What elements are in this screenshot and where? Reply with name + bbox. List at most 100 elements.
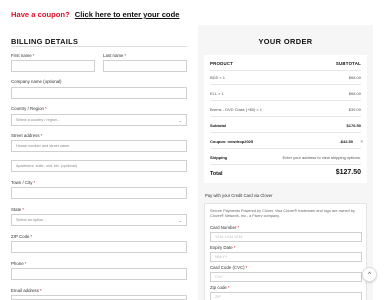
required-mark: * (24, 261, 27, 266)
pay-zip-input[interactable]: ZIP (210, 292, 362, 300)
coupon-notice: Have a coupon? Click here to enter your … (11, 10, 179, 19)
zip-input[interactable] (11, 241, 187, 253)
chevron-down-icon: ⌄ (178, 218, 182, 223)
first-name-label-text: First name (11, 53, 32, 58)
payment-box: Secure Payments Powered by Clover. Visa … (204, 203, 367, 300)
expiry-label: Expiry Date* (210, 245, 235, 250)
remove-coupon-icon[interactable]: × (360, 139, 363, 144)
row-divider (210, 116, 361, 117)
shipping-value: Enter your address to view shipping opti… (282, 155, 362, 160)
last-name-label-text: Last name (103, 53, 124, 58)
expiry-input[interactable]: MM/YY (210, 252, 362, 262)
payment-method-label[interactable]: Pay with your Credit Card via Clover (205, 193, 273, 198)
pay-zip-label-text: Zip code (210, 285, 227, 290)
row-divider (210, 84, 361, 85)
required-mark: * (33, 180, 36, 185)
row-divider (210, 70, 361, 71)
row-divider (210, 164, 361, 165)
phone-label: Phone* (11, 261, 26, 266)
street-label-text: Street address (11, 133, 40, 138)
required-mark: * (40, 133, 43, 138)
order-item-name: ELL × 1 (210, 91, 224, 96)
chevron-down-icon: ⌄ (178, 118, 182, 123)
pay-zip-placeholder: ZIP (215, 295, 221, 299)
card-number-placeholder: 1234 1234 1234 (215, 235, 243, 239)
card-number-input[interactable]: 1234 1234 1234 (210, 232, 362, 242)
card-number-label-text: Card Number (210, 225, 237, 230)
company-input[interactable] (11, 87, 187, 99)
coupon-question: Have a coupon? (11, 10, 70, 19)
state-select[interactable]: Select an option... ⌄ (11, 214, 187, 226)
street-label: Street address* (11, 133, 42, 138)
total-label: Total (210, 171, 223, 177)
billing-divider (11, 46, 187, 47)
required-mark: * (227, 285, 230, 290)
scroll-to-top-button[interactable]: ^ (362, 267, 377, 282)
subtotal-label: Subtotal (210, 123, 226, 128)
country-label: Country / Region* (11, 106, 47, 111)
billing-title: BILLING DETAILS (11, 37, 79, 46)
total-value: $127.50 (335, 169, 361, 176)
street-input-2[interactable]: Apartment, suite, unit, etc. (optional) (11, 160, 187, 172)
coupon-applied-label: Coupon: newdrop2025 (210, 139, 254, 144)
order-item-name: Brems - DVD Class (+$5) × 1 (210, 107, 263, 112)
last-name-label: Last name* (103, 53, 126, 58)
card-number-label: Card Number* (210, 225, 239, 230)
phone-input[interactable] (11, 268, 187, 280)
required-mark: * (30, 234, 33, 239)
row-divider (210, 100, 361, 101)
email-label: Email address* (11, 288, 42, 293)
email-label-text: Email address (11, 288, 39, 293)
expiry-placeholder: MM/YY (215, 255, 228, 259)
required-mark: * (245, 265, 248, 270)
order-col-product: PRODUCT (210, 61, 234, 66)
coupon-enter-link[interactable]: Click here to enter your code (75, 10, 180, 19)
cvc-label-text: Card Code (CVC) (210, 265, 245, 270)
order-col-subtotal: SUBTOTAL (335, 61, 361, 66)
zip-label: ZIP Code* (11, 234, 32, 239)
order-item-price: $39.00 (348, 107, 361, 112)
required-mark: * (32, 53, 35, 58)
order-item-price: $68.00 (348, 75, 361, 80)
row-divider (210, 132, 361, 133)
cvc-placeholder: CVC (215, 275, 224, 279)
shipping-label: Shipping (210, 155, 228, 160)
expiry-label-text: Expiry Date (210, 245, 233, 250)
order-item-name: BDS × 1 (210, 75, 226, 80)
first-name-label: First name* (11, 53, 34, 58)
subtotal-value: $176.50 (346, 123, 361, 128)
order-item-price: $68.00 (348, 91, 361, 96)
country-select[interactable]: Select a country / region... ⌄ (11, 114, 187, 126)
payment-section: Pay with your Credit Card via Clover Sec… (198, 187, 373, 300)
last-name-input[interactable] (103, 60, 187, 72)
row-divider (210, 148, 361, 149)
company-label: Company name (optional) (11, 79, 62, 84)
required-mark: * (39, 288, 42, 293)
required-mark: * (124, 53, 127, 58)
town-label: Town / City* (11, 180, 35, 185)
phone-label-text: Phone (11, 261, 24, 266)
coupon-discount-value: -$42.50 (339, 139, 353, 144)
required-mark: * (233, 245, 236, 250)
order-summary-panel: YOUR ORDER PRODUCT SUBTOTAL BDS × 1 $68.… (198, 25, 373, 187)
street-input-1[interactable]: House number and street name (11, 140, 187, 152)
order-table: PRODUCT SUBTOTAL BDS × 1 $68.00 ELL × 1 … (204, 55, 367, 183)
cvc-input[interactable]: CVC (210, 272, 362, 282)
first-name-input[interactable] (11, 60, 95, 72)
pay-zip-label: Zip code* (210, 285, 230, 290)
email-input[interactable] (11, 295, 187, 300)
required-mark: * (237, 225, 240, 230)
town-input[interactable] (11, 187, 187, 199)
state-label-text: State (11, 207, 22, 212)
street-placeholder-2: Apartment, suite, unit, etc. (optional) (16, 164, 77, 168)
town-label-text: Town / City (11, 180, 33, 185)
cvc-label: Card Code (CVC)* (210, 265, 247, 270)
order-title: YOUR ORDER (258, 37, 313, 46)
street-placeholder-1: House number and street name (16, 144, 70, 148)
required-mark: * (44, 106, 47, 111)
zip-label-text: ZIP Code (11, 234, 30, 239)
country-label-text: Country / Region (11, 106, 44, 111)
chevron-up-icon: ^ (368, 271, 371, 278)
state-select-value: Select an option... (16, 218, 47, 222)
country-select-value: Select a country / region... (16, 118, 61, 122)
